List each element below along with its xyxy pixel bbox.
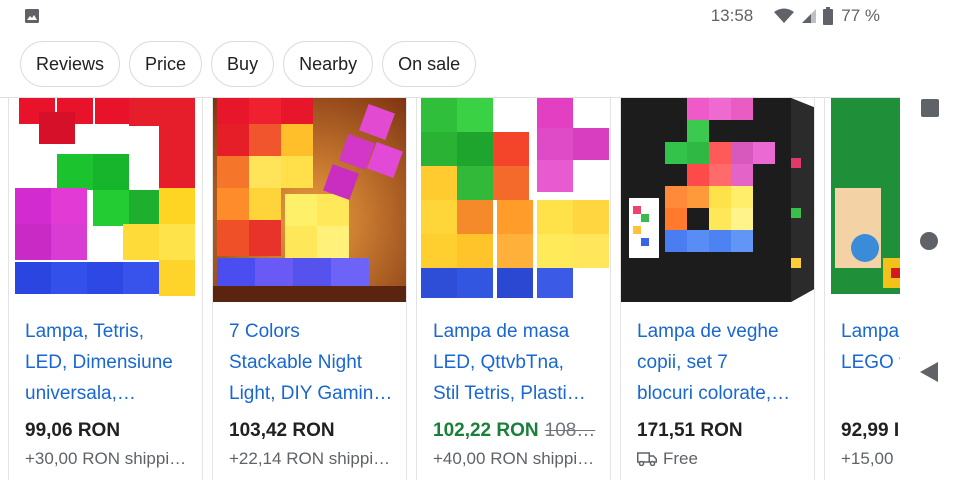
chip-price[interactable]: Price (129, 41, 203, 87)
product-image[interactable] (825, 98, 900, 302)
shipping-text: Free (663, 449, 698, 468)
product-title[interactable]: Lampa de veghe copii, set 7 blocuri colo… (637, 316, 809, 409)
shipping-text: +22,14 RON shippi… (229, 449, 391, 468)
tetris-lamp-box-image (621, 98, 814, 302)
product-card[interactable]: Lampa, Tetris, LED, Dimensiune universal… (8, 98, 203, 480)
product-image[interactable] (213, 98, 406, 302)
product-title-line[interactable]: Lampa de veghe (637, 316, 809, 347)
price-current: 92,99 I (841, 420, 900, 441)
tetris-lamp-image (213, 98, 406, 302)
product-card[interactable]: Lampa de masa LED, QttvbTna, Stil Tetris… (416, 98, 611, 480)
chip-buy[interactable]: Buy (211, 41, 275, 87)
product-title-line[interactable]: Stil Tetris, Plasti… (433, 378, 605, 409)
product-title[interactable]: Lampa de masa LED, QttvbTna, Stil Tetris… (433, 316, 605, 409)
back-icon[interactable] (920, 362, 938, 382)
signal-icon (802, 9, 817, 23)
product-title[interactable]: Lampa, Tetris, LED, Dimensiune universal… (25, 316, 197, 409)
status-indicators: 13:58 77 % (711, 6, 880, 26)
product-shipping: +22,14 RON shippi… (229, 449, 401, 469)
chip-reviews[interactable]: Reviews (20, 41, 121, 87)
product-title-line[interactable]: universala,… (25, 378, 197, 409)
product-shipping: +15,00 (841, 449, 900, 469)
shipping-text: +40,00 RON shippi… (433, 449, 595, 468)
tetris-lamp-image (417, 98, 610, 302)
product-shipping: +30,00 RON shippi… (25, 449, 197, 469)
product-title-line[interactable]: LEGO v (841, 347, 900, 378)
product-title-line[interactable]: Stackable Night (229, 347, 401, 378)
product-card[interactable]: Lampa de veghe copii, set 7 blocuri colo… (620, 98, 815, 480)
product-title-line[interactable]: 7 Colors (229, 316, 401, 347)
product-title-line[interactable]: Lampa de masa (433, 316, 605, 347)
shipping-text: +30,00 RON shippi… (25, 449, 187, 468)
chip-nearby[interactable]: Nearby (283, 41, 374, 87)
product-price: 99,06 RON (25, 420, 120, 442)
price-current: 103,42 RON (229, 420, 335, 441)
product-title[interactable]: 7 Colors Stackable Night Light, DIY Gami… (229, 316, 401, 409)
product-image[interactable] (417, 98, 610, 302)
battery-icon (823, 7, 834, 25)
product-title-line[interactable]: LED, Dimensiune (25, 347, 197, 378)
navigation-bar (900, 0, 960, 480)
product-image[interactable] (621, 98, 814, 302)
product-image[interactable] (9, 98, 202, 302)
product-title-line[interactable]: Light, DIY Gamin… (229, 378, 401, 409)
product-card[interactable]: Lampa LEGO v 92,99 I +15,00 (824, 98, 900, 480)
lego-box-image (825, 98, 900, 302)
price-original: 108… (544, 420, 596, 441)
price-current: 99,06 RON (25, 420, 121, 441)
product-title-line[interactable]: blocuri colorate,… (637, 378, 809, 409)
tetris-lamp-image (9, 98, 202, 302)
status-time: 13:58 (710, 6, 754, 25)
product-price: 92,99 I (841, 420, 899, 442)
product-carousel[interactable]: Lampa, Tetris, LED, Dimensiune universal… (0, 98, 900, 480)
chip-on-sale[interactable]: On sale (382, 41, 477, 87)
gallery-icon (25, 9, 39, 23)
product-title-line[interactable]: LED, QttvbTna, (433, 347, 605, 378)
product-price: 171,51 RON (637, 420, 743, 442)
shipping-text: +15,00 (841, 449, 894, 468)
wifi-icon (774, 8, 795, 23)
product-card[interactable]: 7 Colors Stackable Night Light, DIY Gami… (212, 98, 407, 480)
product-price: 102,22 RON 108… (433, 420, 595, 442)
product-title-line[interactable]: copii, set 7 (637, 347, 809, 378)
product-shipping: Free (637, 449, 809, 469)
recent-apps-icon[interactable] (921, 99, 939, 117)
product-price: 103,42 RON (229, 420, 335, 442)
filter-chips: Reviews Price Buy Nearby On sale (20, 41, 477, 87)
price-current: 171,51 RON (637, 420, 743, 441)
truck-icon (637, 452, 657, 466)
home-icon[interactable] (920, 232, 938, 250)
product-title[interactable]: Lampa LEGO v (841, 316, 900, 409)
product-title-line[interactable]: Lampa (841, 316, 900, 347)
price-current: 102,22 RON (433, 420, 539, 441)
battery-percentage: 77 % (841, 6, 880, 25)
product-title-line[interactable]: Lampa, Tetris, (25, 316, 197, 347)
status-bar: 13:58 77 % (0, 0, 900, 34)
product-shipping: +40,00 RON shippi… (433, 449, 605, 469)
